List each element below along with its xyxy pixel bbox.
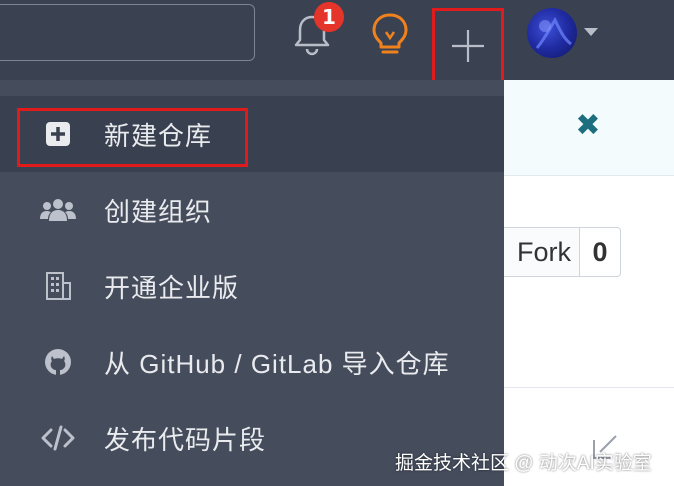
menu-item-label: 开通企业版 — [104, 272, 240, 303]
menu-item-import[interactable]: 从 GitHub / GitLab 导入仓库 — [0, 324, 504, 400]
create-new-button[interactable] — [432, 8, 504, 84]
chevron-down-icon[interactable] — [584, 28, 598, 36]
menu-item-label: 新建仓库 — [104, 120, 213, 151]
menu-item-label: 创建组织 — [104, 196, 213, 227]
fork-button-group: Fork 0 — [494, 227, 621, 277]
users-icon — [40, 192, 76, 228]
menu-item-create-org[interactable]: 创建组织 — [0, 172, 504, 248]
create-dropdown-menu: 新建仓库 创建组织 开通企业版 从 GitHub / GitLab 导入仓库 发… — [0, 80, 504, 486]
divider — [504, 387, 674, 388]
page: 1 ✖ Fork 0 新建仓库 创建组织 开通企业版 从 GitHub / Gi… — [0, 0, 674, 486]
building-icon — [40, 268, 76, 304]
fork-count[interactable]: 0 — [579, 227, 621, 277]
notification-badge: 1 — [314, 2, 344, 32]
plus-square-icon — [40, 116, 76, 152]
code-icon — [40, 420, 76, 456]
menu-item-label: 从 GitHub / GitLab 导入仓库 — [104, 348, 450, 379]
menu-item-enterprise[interactable]: 开通企业版 — [0, 248, 504, 324]
menu-item-label: 发布代码片段 — [104, 424, 267, 455]
github-icon — [40, 344, 76, 380]
lightbulb-icon[interactable] — [370, 12, 410, 58]
menu-item-new-repo[interactable]: 新建仓库 — [0, 96, 504, 172]
plus-icon — [452, 30, 484, 62]
close-icon[interactable]: ✖ — [574, 111, 602, 141]
top-navbar: 1 — [0, 0, 674, 84]
avatar[interactable] — [527, 8, 577, 58]
watermark: 掘金技术社区 @ 动次AI实验室 — [395, 453, 652, 474]
search-input[interactable] — [0, 4, 255, 61]
fork-button[interactable]: Fork — [494, 227, 579, 277]
